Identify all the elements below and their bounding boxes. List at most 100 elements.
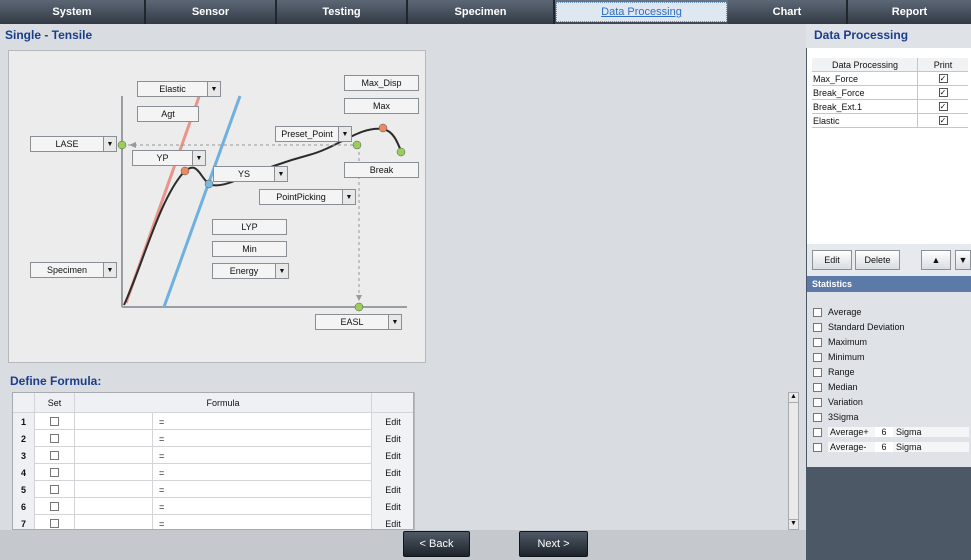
tab-testing[interactable]: Testing bbox=[277, 0, 408, 24]
set-cell[interactable] bbox=[35, 515, 75, 529]
statistics-checkbox[interactable] bbox=[813, 322, 822, 332]
tab-chart[interactable]: Chart bbox=[728, 0, 848, 24]
formula-left-cell[interactable] bbox=[75, 498, 153, 515]
easl-combo[interactable]: EASL ▼ bbox=[315, 314, 402, 330]
move-down-icon[interactable]: ▼ bbox=[955, 250, 971, 270]
scroll-up-icon[interactable]: ▲ bbox=[789, 393, 798, 403]
average-plus-value[interactable]: 6 bbox=[875, 427, 893, 437]
set-checkbox[interactable] bbox=[50, 519, 59, 528]
chevron-down-icon[interactable]: ▼ bbox=[275, 264, 288, 278]
statistics-checkbox[interactable] bbox=[813, 337, 822, 347]
delete-button[interactable]: Delete bbox=[855, 250, 900, 270]
average-plus-checkbox[interactable] bbox=[813, 427, 822, 437]
print-checkbox[interactable]: ✓ bbox=[938, 74, 948, 83]
edit-formula-button[interactable]: Edit bbox=[372, 447, 413, 464]
next-button[interactable]: Next > bbox=[519, 531, 588, 557]
tab-sensor[interactable]: Sensor bbox=[146, 0, 277, 24]
dp-list-item[interactable]: Break_Ext.1 ✓ bbox=[812, 100, 968, 114]
edit-formula-button[interactable]: Edit bbox=[372, 430, 413, 447]
formula-scrollbar[interactable]: ▲ ▼ bbox=[788, 392, 799, 530]
statistics-item: Average bbox=[813, 305, 969, 319]
chevron-down-icon[interactable]: ▼ bbox=[103, 137, 116, 151]
formula-right-cell[interactable]: = bbox=[153, 515, 372, 529]
edit-formula-button[interactable]: Edit bbox=[372, 481, 413, 498]
set-checkbox[interactable] bbox=[50, 502, 59, 511]
elastic-combo[interactable]: Elastic ▼ bbox=[137, 81, 221, 97]
set-cell[interactable] bbox=[35, 498, 75, 515]
dp-list-item[interactable]: Max_Force ✓ bbox=[812, 72, 968, 86]
formula-left-cell[interactable] bbox=[75, 481, 153, 498]
set-checkbox[interactable] bbox=[50, 434, 59, 443]
agt-button[interactable]: Agt bbox=[137, 106, 199, 122]
lyp-button[interactable]: LYP bbox=[212, 219, 287, 235]
ys-combo[interactable]: YS ▼ bbox=[213, 166, 288, 182]
dp-item-name: Break_Force bbox=[812, 86, 918, 99]
tensile-diagram: Elastic ▼ Agt LASE ▼ YP ▼ YS ▼ Max_Disp Max … bbox=[8, 50, 426, 363]
yp-combo[interactable]: YP ▼ bbox=[132, 150, 206, 166]
formula-left-cell[interactable] bbox=[75, 447, 153, 464]
max-button[interactable]: Max bbox=[344, 98, 419, 114]
formula-left-cell[interactable] bbox=[75, 430, 153, 447]
lase-combo[interactable]: LASE ▼ bbox=[30, 136, 117, 152]
specimen-combo[interactable]: Specimen ▼ bbox=[30, 262, 117, 278]
statistics-checkbox[interactable] bbox=[813, 397, 822, 407]
tab-specimen[interactable]: Specimen bbox=[408, 0, 555, 24]
point-picking-label: PointPicking bbox=[276, 192, 326, 202]
formula-right-cell[interactable]: = bbox=[153, 481, 372, 498]
average-minus-value[interactable]: 6 bbox=[875, 442, 893, 452]
formula-right-cell[interactable]: = bbox=[153, 413, 372, 430]
break-button[interactable]: Break bbox=[344, 162, 419, 178]
chevron-down-icon[interactable]: ▼ bbox=[192, 151, 205, 165]
tab-report[interactable]: Report bbox=[848, 0, 971, 24]
statistics-checkbox[interactable] bbox=[813, 367, 822, 377]
chevron-down-icon[interactable]: ▼ bbox=[338, 127, 351, 141]
edit-button[interactable]: Edit bbox=[812, 250, 852, 270]
tab-data-processing[interactable]: Data Processing bbox=[556, 2, 727, 22]
print-checkbox[interactable]: ✓ bbox=[938, 102, 948, 111]
set-checkbox[interactable] bbox=[50, 451, 59, 460]
chevron-down-icon[interactable]: ▼ bbox=[274, 167, 287, 181]
point-picking-combo[interactable]: PointPicking ▼ bbox=[259, 189, 356, 205]
statistics-checkbox[interactable] bbox=[813, 352, 822, 362]
back-button[interactable]: < Back bbox=[403, 531, 470, 557]
set-checkbox[interactable] bbox=[50, 468, 59, 477]
statistics-checkbox[interactable] bbox=[813, 307, 822, 317]
formula-right-cell[interactable]: = bbox=[153, 430, 372, 447]
statistics-checkbox[interactable] bbox=[813, 382, 822, 392]
formula-right-cell[interactable]: = bbox=[153, 464, 372, 481]
edit-formula-button[interactable]: Edit bbox=[372, 515, 413, 529]
chevron-down-icon[interactable]: ▼ bbox=[342, 190, 355, 204]
set-cell[interactable] bbox=[35, 447, 75, 464]
scroll-down-icon[interactable]: ▼ bbox=[789, 519, 798, 529]
dp-list-item[interactable]: Elastic ✓ bbox=[812, 114, 968, 128]
dp-print-header: Print bbox=[933, 59, 953, 70]
set-cell[interactable] bbox=[35, 481, 75, 498]
edit-formula-button[interactable]: Edit bbox=[372, 464, 413, 481]
dp-list-item[interactable]: Break_Force ✓ bbox=[812, 86, 968, 100]
set-cell[interactable] bbox=[35, 413, 75, 430]
set-cell[interactable] bbox=[35, 464, 75, 481]
chevron-down-icon[interactable]: ▼ bbox=[207, 82, 220, 96]
statistics-checkbox[interactable] bbox=[813, 412, 822, 422]
chevron-down-icon[interactable]: ▼ bbox=[388, 315, 401, 329]
tab-system[interactable]: System bbox=[0, 0, 146, 24]
move-up-icon[interactable]: ▲ bbox=[921, 250, 951, 270]
formula-left-cell[interactable] bbox=[75, 515, 153, 529]
preset-point-combo[interactable]: Preset_Point ▼ bbox=[275, 126, 352, 142]
min-button[interactable]: Min bbox=[212, 241, 287, 257]
chevron-down-icon[interactable]: ▼ bbox=[103, 263, 116, 277]
edit-formula-button[interactable]: Edit bbox=[372, 498, 413, 515]
formula-right-cell[interactable]: = bbox=[153, 498, 372, 515]
formula-left-cell[interactable] bbox=[75, 464, 153, 481]
print-checkbox[interactable]: ✓ bbox=[938, 116, 948, 125]
print-checkbox[interactable]: ✓ bbox=[938, 88, 948, 97]
edit-formula-button[interactable]: Edit bbox=[372, 413, 413, 430]
average-minus-checkbox[interactable] bbox=[813, 442, 822, 452]
formula-right-cell[interactable]: = bbox=[153, 447, 372, 464]
set-cell[interactable] bbox=[35, 430, 75, 447]
set-checkbox[interactable] bbox=[50, 417, 59, 426]
formula-left-cell[interactable] bbox=[75, 413, 153, 430]
set-checkbox[interactable] bbox=[50, 485, 59, 494]
energy-combo[interactable]: Energy ▼ bbox=[212, 263, 289, 279]
max-disp-button[interactable]: Max_Disp bbox=[344, 75, 419, 91]
